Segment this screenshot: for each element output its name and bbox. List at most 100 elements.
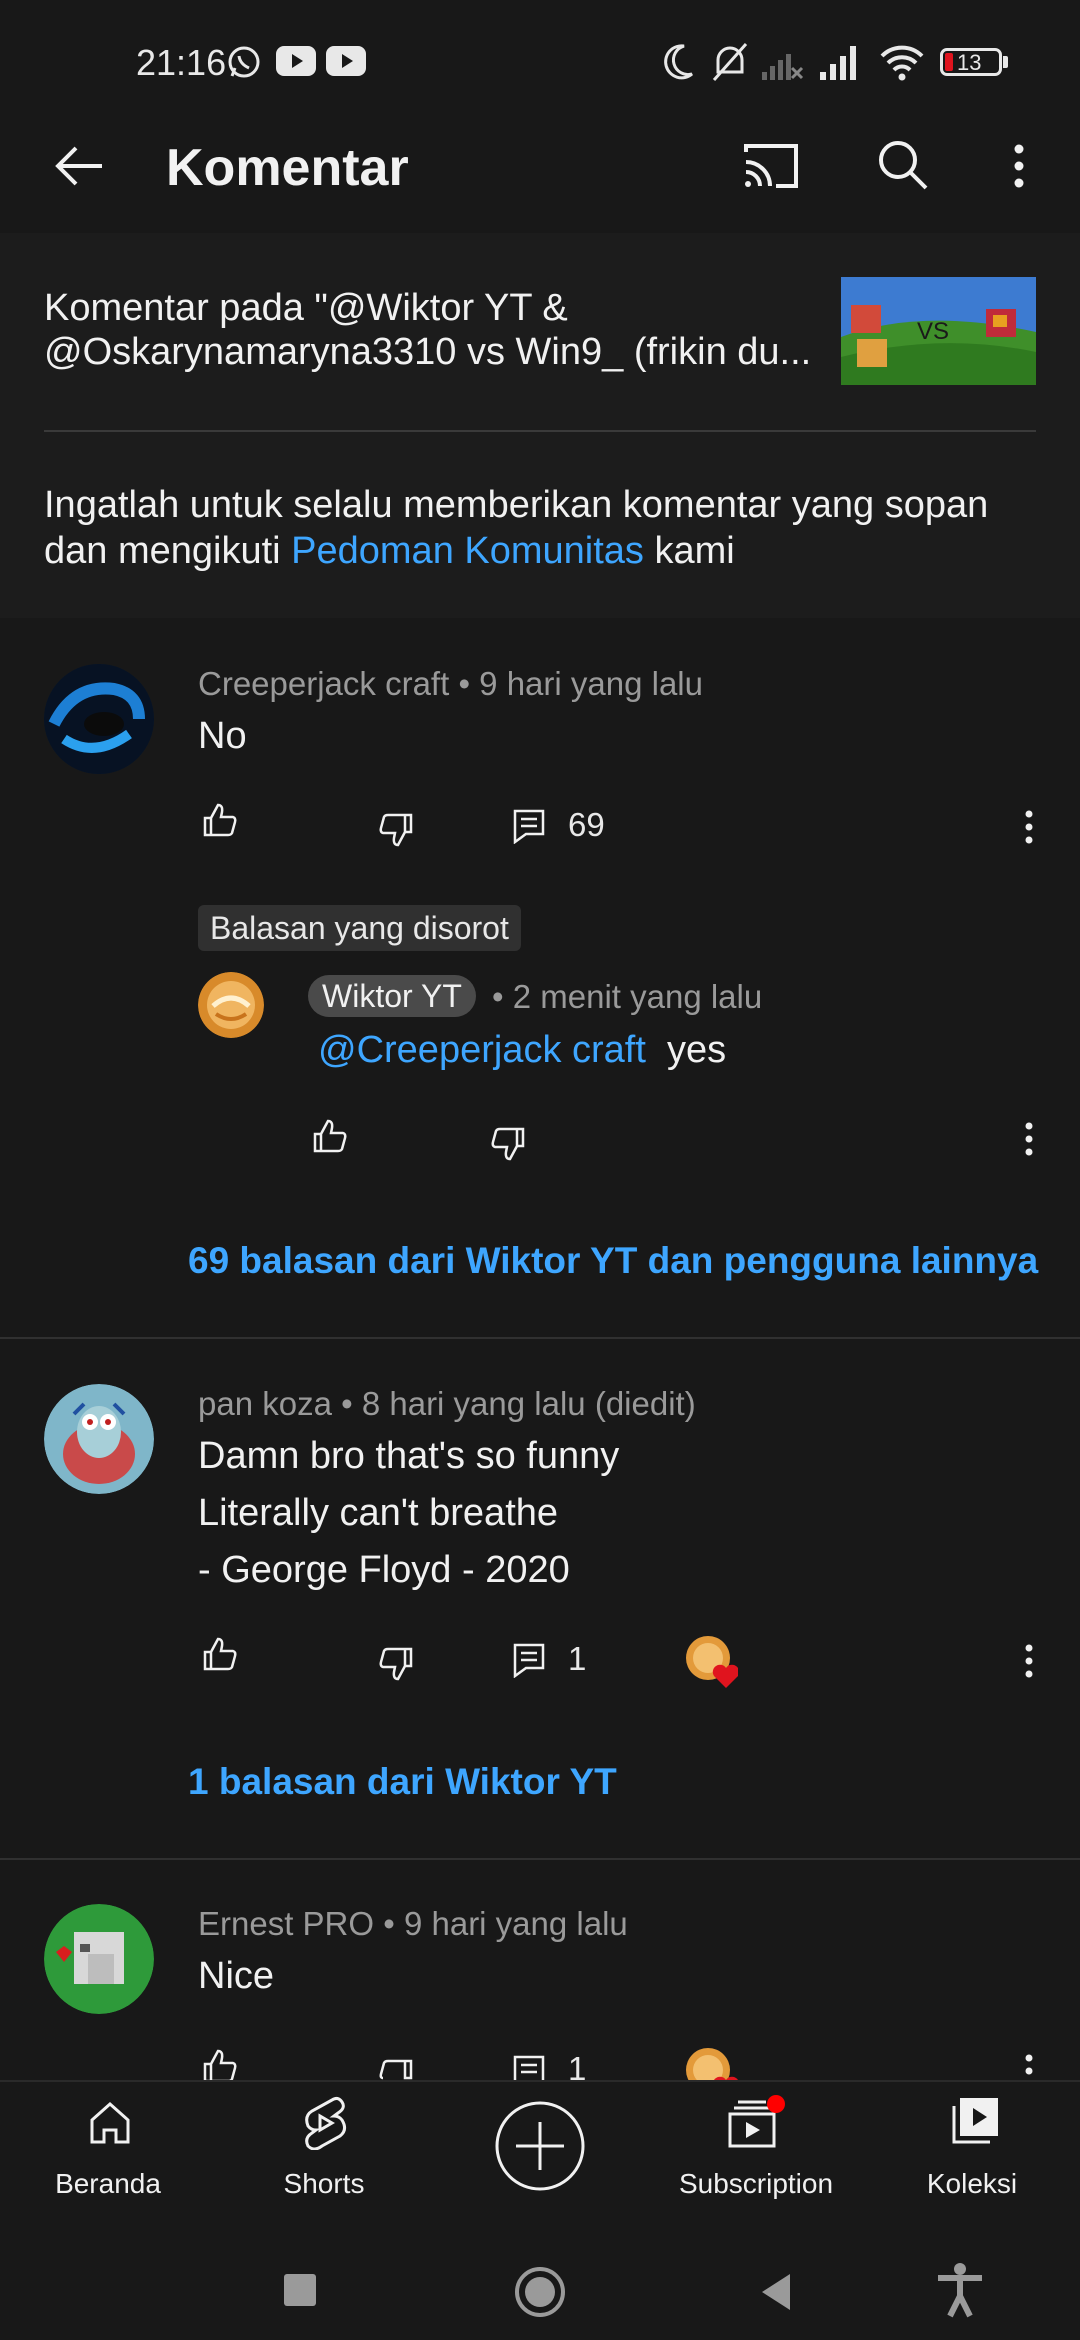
home-button[interactable]: [514, 2266, 566, 2318]
reply-text: @Creeperjack craft yes: [318, 1022, 726, 1079]
battery-tip: [1003, 56, 1008, 68]
reply-mention-link[interactable]: @Creeperjack craft: [318, 1029, 646, 1071]
view-replies-link[interactable]: 1 balasan dari Wiktor YT: [188, 1761, 617, 1803]
comment-more-icon[interactable]: [1023, 2054, 1035, 2080]
comment-meta: Ernest PRO • 9 hari yang lalu: [198, 1905, 628, 1943]
status-bar: 21:16 13: [0, 0, 1080, 125]
create-button[interactable]: [494, 2100, 586, 2192]
reply-count: 1: [568, 1640, 587, 1677]
page-title: Komentar: [166, 139, 409, 197]
separator-dot: •: [341, 1385, 353, 1422]
reply-avatar-image: [198, 972, 264, 1038]
guideline-suffix: kami: [643, 530, 735, 572]
comment-text: Nice: [198, 1955, 275, 1997]
comment-line: - George Floyd - 2020: [198, 1549, 570, 1591]
nav-shorts-label: Shorts: [283, 2168, 365, 2199]
recents-button[interactable]: [284, 2274, 316, 2306]
creator-heart-icon: [686, 1636, 738, 1688]
accessibility-icon[interactable]: [934, 2262, 986, 2318]
search-icon[interactable]: [876, 138, 930, 192]
comment-line: Damn bro that's so funny: [198, 1435, 620, 1477]
nav-subscription-label: Subscription: [678, 2168, 834, 2199]
whatsapp-icon: [228, 46, 260, 78]
comment-meta: pan koza • 8 hari yang lalu (diedit): [198, 1385, 696, 1423]
video-title-line1: Komentar pada "@Wiktor YT &: [44, 287, 568, 329]
video-title-line2: @Oskarynamaryna3310 vs Win9_ (frikin du.…: [44, 331, 812, 373]
bell-off-icon: [712, 43, 748, 81]
reply-more-icon[interactable]: [1023, 1122, 1035, 1156]
divider: [44, 430, 1036, 432]
like-icon[interactable]: [312, 1118, 348, 1154]
like-icon[interactable]: [202, 2048, 238, 2084]
bottom-navigation: Beranda Shorts Subscription Koleksi: [0, 2080, 1080, 2232]
signal-icon: [820, 46, 856, 80]
dislike-icon[interactable]: [378, 812, 414, 848]
comment-more-icon[interactable]: [1023, 1644, 1035, 1678]
comment-author[interactable]: pan koza: [198, 1385, 332, 1422]
avatar[interactable]: [44, 1384, 154, 1494]
community-guideline-notice: Ingatlah untuk selalu memberikan komenta…: [44, 482, 1044, 574]
reply-body: yes: [667, 1029, 727, 1071]
comment-divider: [0, 1858, 1080, 1860]
comment-time: 9 hari yang lalu: [403, 1905, 628, 1942]
dislike-icon[interactable]: [378, 2058, 414, 2080]
creator-heart-badge: [686, 1636, 738, 1692]
battery-icon: 13: [940, 48, 1002, 76]
nav-library[interactable]: Koleksi: [872, 2082, 1072, 2232]
reply-count: 69: [568, 806, 605, 843]
nav-shorts[interactable]: Shorts: [224, 2082, 424, 2232]
youtube-icon: [276, 46, 316, 76]
nav-home[interactable]: Beranda: [8, 2082, 208, 2232]
comment-author[interactable]: Ernest PRO: [198, 1905, 374, 1942]
system-navigation-bar: [0, 2232, 1080, 2340]
dislike-icon[interactable]: [490, 1126, 526, 1162]
community-guidelines-link[interactable]: Pedoman Komunitas: [291, 530, 644, 572]
subscriptions-icon: [728, 2095, 785, 2148]
avatar[interactable]: [44, 664, 154, 774]
avatar[interactable]: [44, 1904, 154, 2014]
separator-dot: •: [383, 1905, 395, 1942]
comment-line: Literally can't breathe: [198, 1492, 559, 1534]
back-arrow-icon[interactable]: [52, 144, 106, 188]
comment-more-icon[interactable]: [1023, 810, 1035, 844]
separator-dot: •: [492, 978, 504, 1015]
reply-icon[interactable]: [512, 2054, 546, 2080]
reply-meta: • 2 menit yang lalu: [492, 978, 762, 1016]
thumbnail-vs-text: VS: [917, 318, 949, 345]
avatar-image: [44, 664, 154, 774]
cast-icon[interactable]: [742, 142, 800, 190]
signal-off-icon: [762, 54, 804, 80]
home-icon: [90, 2101, 130, 2144]
comment-time: 9 hari yang lalu: [479, 665, 703, 702]
thumbnail-image: VS: [841, 277, 1036, 385]
reply-author-chip[interactable]: Wiktor YT: [308, 975, 476, 1017]
dislike-icon[interactable]: [378, 1646, 414, 1682]
separator-dot: •: [458, 665, 470, 702]
nav-subscription[interactable]: Subscription: [656, 2082, 856, 2232]
like-icon[interactable]: [202, 1636, 238, 1672]
nav-library-label: Koleksi: [926, 2168, 1018, 2199]
highlighted-reply-badge: Balasan yang disorot: [198, 905, 521, 951]
comment-text: Damn bro that's so funny Literally can't…: [198, 1428, 619, 1599]
status-time: 21:16: [136, 42, 227, 83]
avatar-image: [44, 1904, 154, 2014]
more-vertical-icon[interactable]: [1013, 143, 1025, 189]
video-thumbnail[interactable]: VS: [841, 277, 1036, 385]
comment-text: No: [198, 715, 247, 757]
back-button[interactable]: [758, 2272, 794, 2312]
reply-time: 2 menit yang lalu: [512, 978, 763, 1015]
view-replies-link[interactable]: 69 balasan dari Wiktor YT dan pengguna l…: [188, 1240, 1038, 1282]
reply-icon[interactable]: [512, 1642, 546, 1678]
moon-icon: [664, 44, 693, 80]
creator-heart-badge: [686, 2048, 738, 2080]
reply-avatar[interactable]: [198, 972, 264, 1038]
wifi-icon: [880, 45, 924, 81]
comment-author[interactable]: Creeperjack craft: [198, 665, 449, 702]
comment-divider: [0, 1337, 1080, 1339]
avatar-image: [44, 1384, 154, 1494]
reply-icon[interactable]: [512, 808, 546, 844]
battery-level: 13: [957, 50, 982, 75]
like-icon[interactable]: [202, 802, 238, 838]
comment-meta: Creeperjack craft • 9 hari yang lalu: [198, 665, 703, 703]
video-title[interactable]: Komentar pada "@Wiktor YT & @Oskarynamar…: [44, 286, 824, 374]
